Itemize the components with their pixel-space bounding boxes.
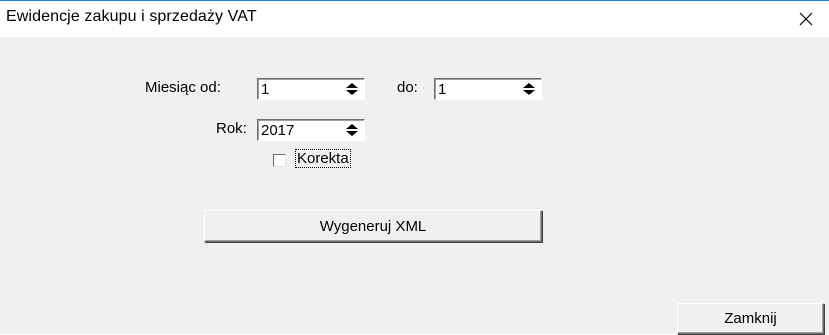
year-label: Rok:: [216, 120, 247, 137]
correction-label[interactable]: Korekta: [295, 149, 351, 168]
spin-updown-icon: [523, 83, 535, 95]
month-from-spin-buttons[interactable]: [342, 81, 362, 97]
month-to-value: 1: [438, 81, 447, 98]
close-dialog-button[interactable]: Zamknij: [677, 303, 824, 334]
month-to-label: do:: [397, 79, 418, 96]
dialog-window: Ewidencje zakupu i sprzedaży VAT Miesiąc…: [0, 0, 829, 334]
spin-updown-icon: [346, 124, 358, 136]
generate-xml-button[interactable]: Wygeneruj XML: [204, 210, 542, 242]
spin-updown-icon: [346, 83, 358, 95]
year-spinner[interactable]: 2017: [257, 119, 365, 141]
month-to-spin-buttons[interactable]: [519, 81, 539, 97]
title-bar: Ewidencje zakupu i sprzedaży VAT: [0, 1, 829, 37]
month-from-spinner[interactable]: 1: [257, 78, 365, 100]
correction-checkbox[interactable]: [273, 154, 286, 167]
window-title: Ewidencje zakupu i sprzedaży VAT: [6, 8, 257, 25]
year-value: 2017: [261, 122, 295, 139]
dialog-body: Miesiąc od: 1 do: 1 Rok: 2017 Korekta Wy…: [0, 37, 829, 335]
month-to-spinner[interactable]: 1: [434, 78, 542, 100]
window-close-button[interactable]: [783, 1, 829, 37]
month-from-value: 1: [261, 81, 270, 98]
year-spin-buttons[interactable]: [342, 122, 362, 138]
close-icon: [799, 12, 813, 26]
month-from-label: Miesiąc od:: [145, 79, 221, 96]
